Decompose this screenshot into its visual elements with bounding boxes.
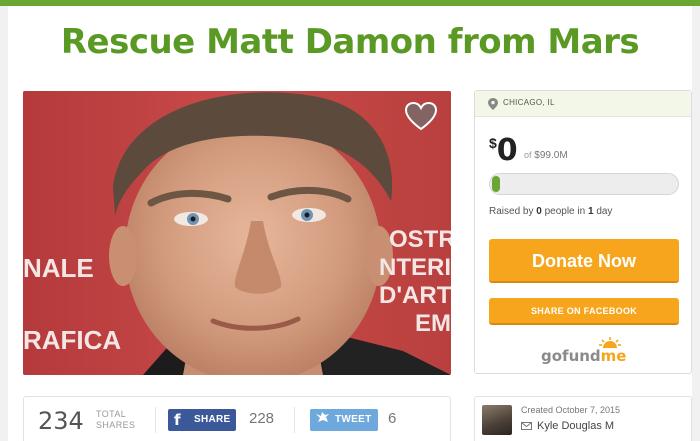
logo-text-gofund: gofund: [541, 347, 601, 365]
people-label: people in: [544, 206, 586, 217]
amount-value: 0: [496, 133, 518, 168]
photo-banner-left-line-1: NALE: [23, 253, 94, 283]
divider: [155, 407, 156, 433]
creator-info: Created October 7, 2015 Kyle Douglas M: [474, 396, 692, 441]
donate-now-button[interactable]: Donate Now: [489, 239, 679, 283]
campaign-photo: NALE RAFICA OSTR NTERI D'ARTE EM: [23, 91, 451, 375]
twitter-bird-icon: [316, 412, 329, 422]
photo-banner-right-line-2: NTERI: [379, 254, 451, 281]
heart-icon[interactable]: [404, 100, 438, 134]
progress-bar: [489, 173, 679, 195]
goal-prefix: of: [524, 150, 532, 160]
goal-value: $99.0M: [534, 150, 568, 161]
tweet-label: TWEET: [335, 414, 372, 425]
total-label-line-1: TOTAL: [96, 409, 127, 419]
raised-by-text: Raised by 0 people in 1 day: [489, 206, 612, 217]
days-label: day: [596, 206, 613, 217]
people-count: 0: [536, 206, 542, 217]
photo-banner-left-line-2: RAFICA: [23, 325, 121, 355]
location-bar: CHICAGO, IL: [475, 91, 691, 117]
facebook-share-button[interactable]: f SHARE: [168, 409, 236, 431]
location-text: CHICAGO, IL: [503, 98, 555, 107]
share-on-facebook-button[interactable]: SHARE ON FACEBOOK: [489, 298, 679, 325]
photo-banner-right-line-3: D'ARTE: [379, 282, 451, 309]
total-shares-count: 234: [38, 407, 84, 435]
photo-banner-right-line-1: OSTR: [389, 226, 451, 253]
progress-bar-fill: [492, 176, 500, 192]
days-count: 1: [587, 206, 594, 217]
donation-card: CHICAGO, IL $0 of $99.0M Raised by 0 peo…: [474, 90, 692, 374]
logo-text-me: me: [600, 347, 627, 365]
share-stats-bar: 234 TOTAL SHARES f SHARE 228 TWEET 6: [23, 396, 451, 441]
envelope-icon[interactable]: [521, 422, 532, 430]
photo-banner-right-line-4: EM: [415, 310, 451, 337]
map-pin-icon: [488, 98, 498, 110]
organizer-name[interactable]: Kyle Douglas M: [537, 420, 614, 432]
facebook-icon: f: [174, 411, 181, 429]
raised-by-prefix: Raised by: [489, 206, 534, 217]
logo-text: gofundme: [541, 347, 626, 365]
tweet-button[interactable]: TWEET: [310, 409, 378, 431]
tweet-count: 6: [388, 410, 397, 427]
total-shares-label: TOTAL SHARES: [96, 409, 135, 431]
amount-raised: $0: [489, 133, 518, 168]
campaign-photo-illustration: NALE RAFICA OSTR NTERI D'ARTE EM: [23, 91, 451, 375]
currency-symbol: $: [489, 135, 497, 151]
goal-text: of $99.0M: [524, 150, 568, 161]
facebook-share-count: 228: [249, 410, 275, 427]
avatar[interactable]: [482, 405, 512, 435]
total-label-line-2: SHARES: [96, 420, 136, 430]
gofundme-logo: gofundme: [541, 337, 631, 365]
campaign-title: Rescue Matt Damon from Mars: [60, 22, 640, 62]
divider: [294, 407, 295, 433]
created-date: Created October 7, 2015: [521, 405, 621, 415]
facebook-share-label: SHARE: [194, 414, 231, 425]
